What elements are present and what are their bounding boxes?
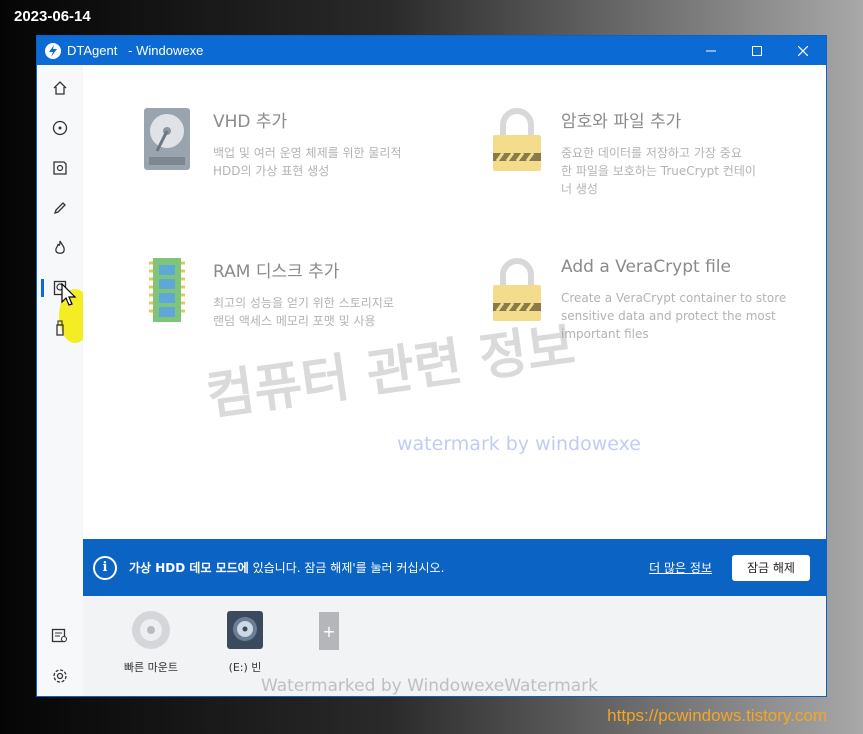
card-title: RAM 디스크 추가 bbox=[213, 262, 340, 282]
card-desc-line: 최고의 성능을 얻기 위한 스토리지로 bbox=[213, 296, 394, 310]
card-desc-line: HDD의 가상 표현 생성 bbox=[213, 164, 330, 178]
card-add-ram-disk[interactable]: RAM 디스크 추가 최고의 성능을 얻기 위한 스토리지로 랜덤 액세스 메모… bbox=[143, 257, 523, 347]
sidebar bbox=[37, 65, 91, 696]
sidebar-item-settings[interactable] bbox=[37, 661, 83, 691]
unlock-button[interactable]: 잠금 해제 bbox=[732, 554, 810, 581]
app-name: DTAgent bbox=[67, 43, 118, 58]
settings-icon bbox=[53, 669, 67, 683]
demo-mode-banner: i 가상 HDD 데모 모드에 있습니다. 잠금 해제'를 눌러 커십시오. 더… bbox=[83, 539, 826, 596]
card-desc-line: sensitive data and protect the most bbox=[561, 309, 776, 323]
site-url: https://pcwindows.tistory.com bbox=[607, 706, 827, 725]
card-desc-line: Create a VeraCrypt container to store bbox=[561, 291, 787, 305]
sidebar-item-disc[interactable] bbox=[37, 113, 83, 143]
padlock-icon bbox=[493, 258, 541, 321]
minimize-button[interactable] bbox=[688, 36, 734, 65]
drive-e-icon bbox=[227, 611, 263, 649]
window-title-suffix: - Windowexe bbox=[117, 43, 204, 58]
log-icon bbox=[51, 628, 68, 643]
card-title: VHD 추가 bbox=[213, 112, 288, 132]
drive-label: 빠른 마운트 bbox=[123, 661, 179, 674]
sidebar-item-home[interactable] bbox=[37, 73, 83, 103]
card-title: Add a VeraCrypt file bbox=[561, 257, 731, 277]
drive-bar: 빠른 마운트 (E:) 빈 + Watermarked by Windowexe… bbox=[83, 596, 826, 696]
date-stamp: 2023-06-14 bbox=[14, 8, 91, 25]
card-add-veracrypt-file[interactable]: Add a VeraCrypt file Create a VeraCrypt … bbox=[491, 257, 831, 357]
maximize-button[interactable] bbox=[734, 36, 780, 65]
card-add-encrypted-file[interactable]: 암호와 파일 추가 중요한 데이터를 저장하고 가장 중요 한 파일을 보호하는… bbox=[491, 107, 831, 207]
info-icon: i bbox=[93, 555, 117, 580]
lightning-icon bbox=[45, 42, 61, 59]
card-desc-line: 중요한 데이터를 저장하고 가장 중요 bbox=[561, 146, 742, 160]
sidebar-item-edit[interactable] bbox=[37, 193, 83, 223]
hard-drive-icon bbox=[144, 108, 190, 170]
maximize-icon bbox=[752, 45, 762, 56]
card-desc-line: 한 파일을 보호하는 TrueCrypt 컨테이 bbox=[561, 164, 756, 178]
app-window: DTAgent - Windowexe VHD 추가 백업 및 여러 운영 체제… bbox=[36, 35, 827, 697]
bottom-watermark: Watermarked by WindowexeWatermark bbox=[261, 676, 599, 696]
title-bar[interactable]: DTAgent - Windowexe bbox=[37, 36, 826, 65]
sidebar-item-usb[interactable] bbox=[37, 313, 83, 343]
close-button[interactable] bbox=[780, 36, 826, 65]
mouse-cursor-icon bbox=[61, 283, 77, 306]
sidebar-item-disc-image[interactable] bbox=[37, 153, 83, 183]
watermark-by: watermark by windowexe bbox=[397, 433, 641, 455]
disc-image-icon bbox=[53, 161, 67, 175]
pencil-icon bbox=[53, 202, 66, 215]
more-info-link[interactable]: 더 많은 정보 bbox=[649, 559, 712, 576]
minimize-icon bbox=[706, 50, 716, 51]
add-drive-button[interactable]: + bbox=[319, 612, 339, 650]
home-icon bbox=[53, 81, 67, 95]
card-desc-line: 랜덤 액세스 메모리 포맷 및 사용 bbox=[213, 314, 376, 328]
card-title: 암호와 파일 추가 bbox=[561, 112, 682, 132]
cd-icon bbox=[132, 611, 170, 649]
disc-icon bbox=[52, 120, 68, 136]
card-desc-line: important files bbox=[561, 327, 649, 341]
card-desc-line: 너 생성 bbox=[561, 182, 598, 196]
sidebar-item-burn[interactable] bbox=[37, 233, 83, 263]
sidebar-item-log[interactable] bbox=[37, 621, 83, 651]
ram-module-icon bbox=[149, 258, 185, 322]
usb-icon bbox=[56, 320, 64, 336]
flame-icon bbox=[55, 240, 65, 254]
drive-e-empty[interactable]: (E:) 빈 bbox=[215, 610, 275, 675]
card-add-vhd[interactable]: VHD 추가 백업 및 여러 운영 체제를 위한 물리적 HDD의 가상 표현 … bbox=[143, 107, 523, 197]
banner-bold: 가상 HDD 데모 모드에 bbox=[129, 561, 249, 575]
padlock-icon bbox=[493, 108, 541, 171]
drive-quick-mount[interactable]: 빠른 마운트 bbox=[113, 610, 189, 675]
plus-icon: + bbox=[322, 621, 336, 641]
close-icon bbox=[798, 45, 808, 56]
banner-message: 가상 HDD 데모 모드에 있습니다. 잠금 해제'를 눌러 커십시오. bbox=[129, 559, 444, 576]
banner-text: 있습니다. 잠금 해제'를 눌러 커십시오. bbox=[248, 561, 445, 575]
drive-label: (E:) 빈 bbox=[228, 661, 262, 674]
card-desc-line: 백업 및 여러 운영 체제를 위한 물리적 bbox=[213, 146, 402, 160]
